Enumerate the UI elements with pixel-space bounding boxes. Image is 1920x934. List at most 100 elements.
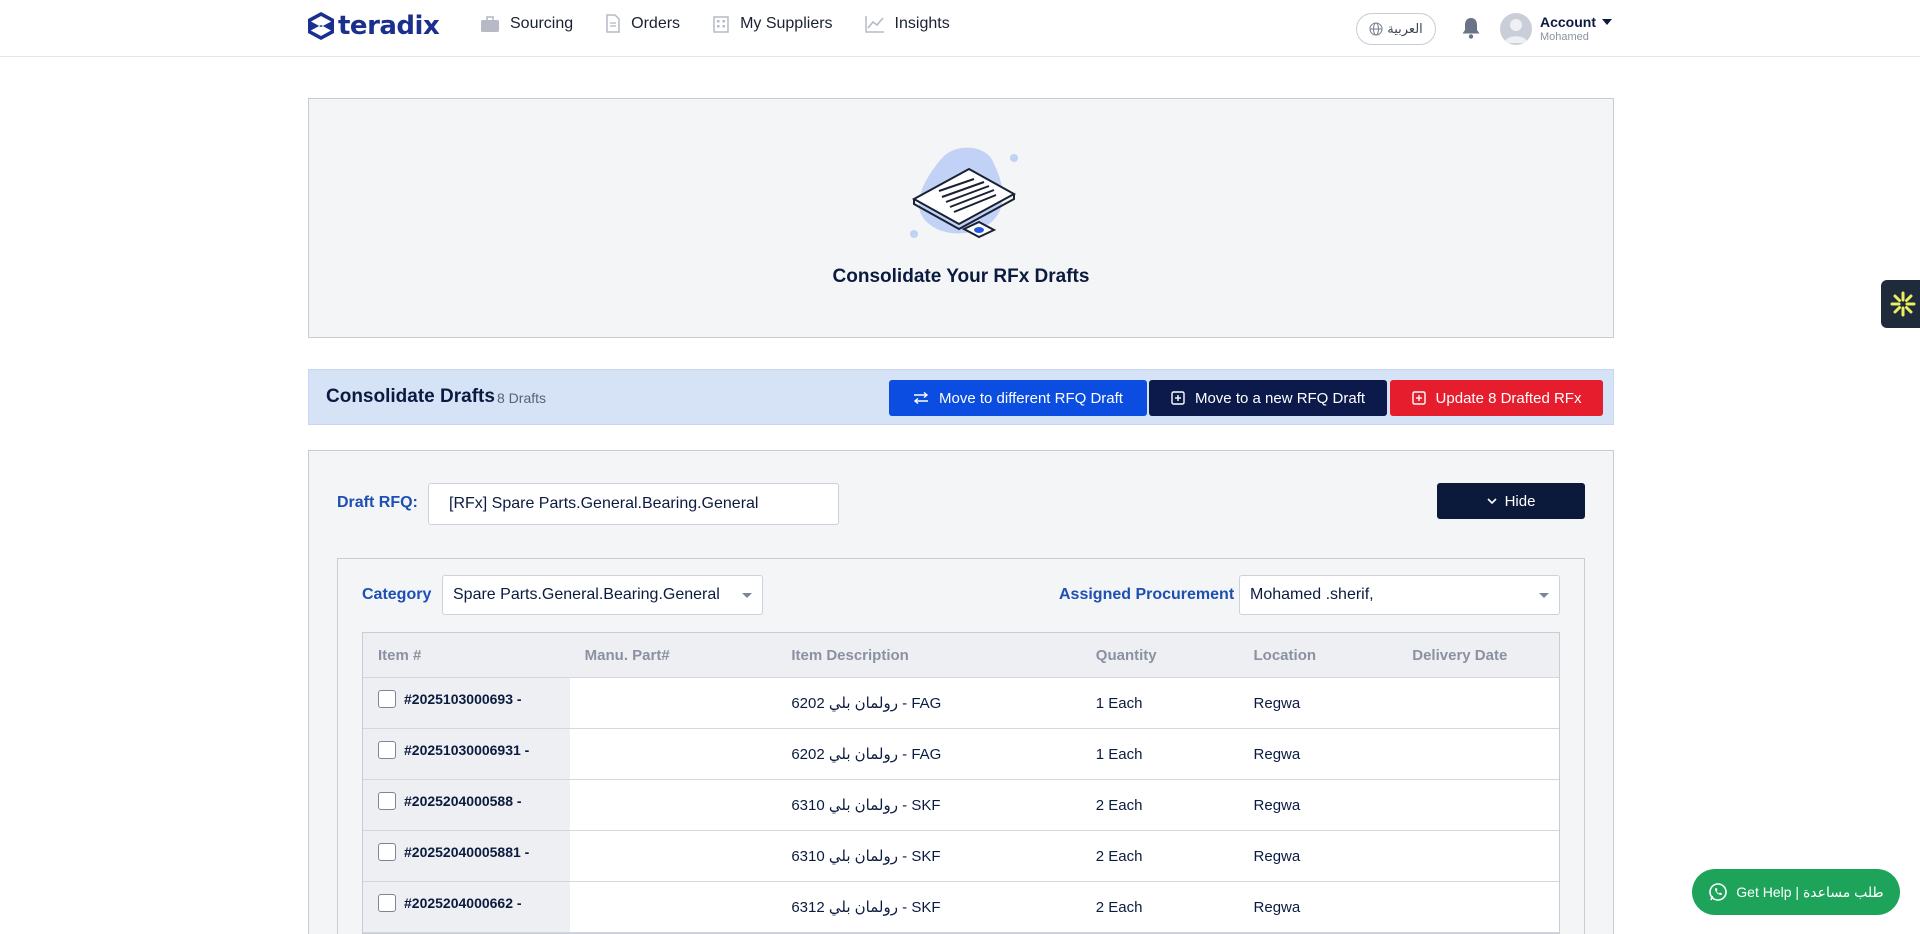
- column-header-quantity: Quantity: [1095, 647, 1157, 664]
- manu-part-cell: [570, 780, 777, 830]
- delivery-date-cell: [1397, 780, 1559, 830]
- item-cell: #2025204000588 -: [363, 780, 570, 830]
- side-widget-tab[interactable]: [1881, 280, 1920, 328]
- nav-insights-label: Insights: [894, 14, 950, 32]
- dropdown-arrow-icon: [1539, 593, 1549, 598]
- move-to-different-rfq-label: Move to different RFQ Draft: [939, 389, 1123, 407]
- table-row: #20252040005881 - 6310 رولمان بلي - SKF …: [363, 831, 1559, 882]
- items-table: Item # Manu. Part# Item Description Quan…: [362, 632, 1560, 934]
- row-checkbox[interactable]: [378, 792, 396, 810]
- swap-arrows-icon: [913, 392, 929, 404]
- nav-orders[interactable]: Orders: [605, 14, 680, 33]
- consolidate-title: Consolidate Drafts: [326, 386, 495, 407]
- manu-part-cell: [570, 831, 777, 881]
- quantity-cell: 2 Each: [1095, 797, 1143, 814]
- add-square-icon: [1171, 391, 1185, 405]
- draft-panel: Draft RFQ: [RFx] Spare Parts.General.Bea…: [308, 450, 1614, 934]
- draft-rfq-label: Draft RFQ:: [337, 494, 418, 511]
- manu-part-cell: [570, 678, 777, 728]
- main-nav: Sourcing Orders My Suppliers Insights: [480, 14, 982, 33]
- teradix-logo[interactable]: teradix: [307, 11, 440, 41]
- user-avatar-icon: [1504, 19, 1528, 43]
- globe-icon: [1369, 22, 1383, 36]
- row-checkbox[interactable]: [378, 843, 396, 861]
- column-header-manu-part: Manu. Part#: [584, 647, 670, 664]
- location-cell: Regwa: [1253, 746, 1301, 763]
- description-cell: 6310 رولمان بلي - SKF: [791, 797, 941, 814]
- account-label: Account: [1540, 14, 1596, 30]
- item-number: #2025204000662 -: [404, 895, 522, 911]
- avatar[interactable]: [1500, 13, 1532, 45]
- get-help-button[interactable]: Get Help | طلب مساعدة: [1692, 869, 1900, 915]
- item-cell: #2025103000693 -: [363, 678, 570, 728]
- manu-part-cell: [570, 882, 777, 932]
- nav-my-suppliers-label: My Suppliers: [740, 14, 833, 32]
- nav-sourcing-label: Sourcing: [510, 14, 574, 32]
- row-checkbox[interactable]: [378, 741, 396, 759]
- description-cell: 6310 رولمان بلي - SKF: [791, 848, 941, 865]
- assigned-procurement-value: Mohamed .sherif,: [1250, 586, 1374, 603]
- location-cell: Regwa: [1253, 797, 1301, 814]
- briefcase-icon: [481, 15, 499, 32]
- item-number: #20251030006931 -: [404, 742, 530, 758]
- caret-down-icon: [1602, 19, 1612, 25]
- draft-rfq-input[interactable]: [RFx] Spare Parts.General.Bearing.Genera…: [428, 483, 839, 525]
- nav-insights[interactable]: Insights: [864, 14, 950, 33]
- sparkle-icon: [1890, 291, 1916, 317]
- delivery-date-cell: [1397, 882, 1559, 932]
- rfx-document-illustration: [910, 147, 1018, 239]
- category-select[interactable]: Spare Parts.General.Bearing.General: [442, 575, 763, 615]
- logo-text: teradix: [338, 11, 440, 41]
- get-help-label: Get Help | طلب مساعدة: [1736, 883, 1884, 900]
- item-cell: #20252040005881 -: [363, 831, 570, 881]
- top-navigation: teradix Sourcing Orders My Suppliers Ins…: [0, 0, 1920, 57]
- quantity-cell: 2 Each: [1095, 848, 1143, 865]
- item-cell: #20251030006931 -: [363, 729, 570, 779]
- table-row: #20251030006931 - 6202 رولمان بلي - FAG …: [363, 729, 1559, 780]
- description-cell: 6202 رولمان بلي - FAG: [791, 746, 942, 763]
- drafts-count: 8 Drafts: [497, 390, 547, 406]
- category-label: Category: [362, 586, 432, 603]
- hide-label: Hide: [1504, 492, 1536, 510]
- item-cell: #2025204000662 -: [363, 882, 570, 932]
- language-switch[interactable]: العربية: [1356, 13, 1436, 45]
- document-icon: [606, 14, 620, 33]
- nav-orders-label: Orders: [631, 14, 681, 32]
- delivery-date-cell: [1397, 729, 1559, 779]
- delivery-date-cell: [1397, 831, 1559, 881]
- hide-button[interactable]: Hide: [1437, 483, 1585, 519]
- quantity-cell: 1 Each: [1095, 695, 1143, 712]
- row-checkbox[interactable]: [378, 690, 396, 708]
- description-cell: 6202 رولمان بلي - FAG: [791, 695, 942, 712]
- item-number: #2025103000693 -: [404, 691, 522, 707]
- assigned-procurement-label: Assigned Procurement: [1059, 586, 1235, 603]
- column-header-description: Item Description: [791, 647, 909, 664]
- chevron-down-icon: [1486, 498, 1497, 505]
- assigned-procurement-select[interactable]: Mohamed .sherif,: [1239, 575, 1560, 615]
- language-label: العربية: [1387, 21, 1423, 36]
- notification-bell-icon[interactable]: [1460, 16, 1482, 40]
- location-cell: Regwa: [1253, 695, 1301, 712]
- manu-part-cell: [570, 729, 777, 779]
- nav-my-suppliers[interactable]: My Suppliers: [712, 14, 833, 33]
- update-square-icon: [1411, 391, 1426, 405]
- row-checkbox[interactable]: [378, 894, 396, 912]
- account-username: Mohamed: [1540, 31, 1589, 43]
- item-number: #2025204000588 -: [404, 793, 522, 809]
- whatsapp-icon: [1709, 883, 1728, 901]
- draft-details: Category Spare Parts.General.Bearing.Gen…: [337, 558, 1585, 934]
- nav-sourcing[interactable]: Sourcing: [480, 15, 573, 33]
- consolidate-banner: Consolidate Your RFx Drafts: [308, 98, 1614, 338]
- dropdown-arrow-icon: [742, 593, 752, 598]
- column-header-delivery-date: Delivery Date: [1412, 647, 1508, 664]
- move-to-new-rfq-button[interactable]: Move to a new RFQ Draft: [1149, 380, 1387, 416]
- update-drafted-rfx-button[interactable]: Update 8 Drafted RFx: [1390, 380, 1603, 416]
- table-header: Item # Manu. Part# Item Description Quan…: [363, 633, 1559, 678]
- location-cell: Regwa: [1253, 848, 1301, 865]
- account-menu[interactable]: Account Mohamed: [1540, 14, 1612, 43]
- move-to-different-rfq-button[interactable]: Move to different RFQ Draft: [889, 380, 1147, 416]
- chart-line-icon: [864, 15, 884, 33]
- column-header-item: Item #: [378, 647, 422, 664]
- item-number: #20252040005881 -: [404, 844, 530, 860]
- table-row: #2025204000588 - 6310 رولمان بلي - SKF 2…: [363, 780, 1559, 831]
